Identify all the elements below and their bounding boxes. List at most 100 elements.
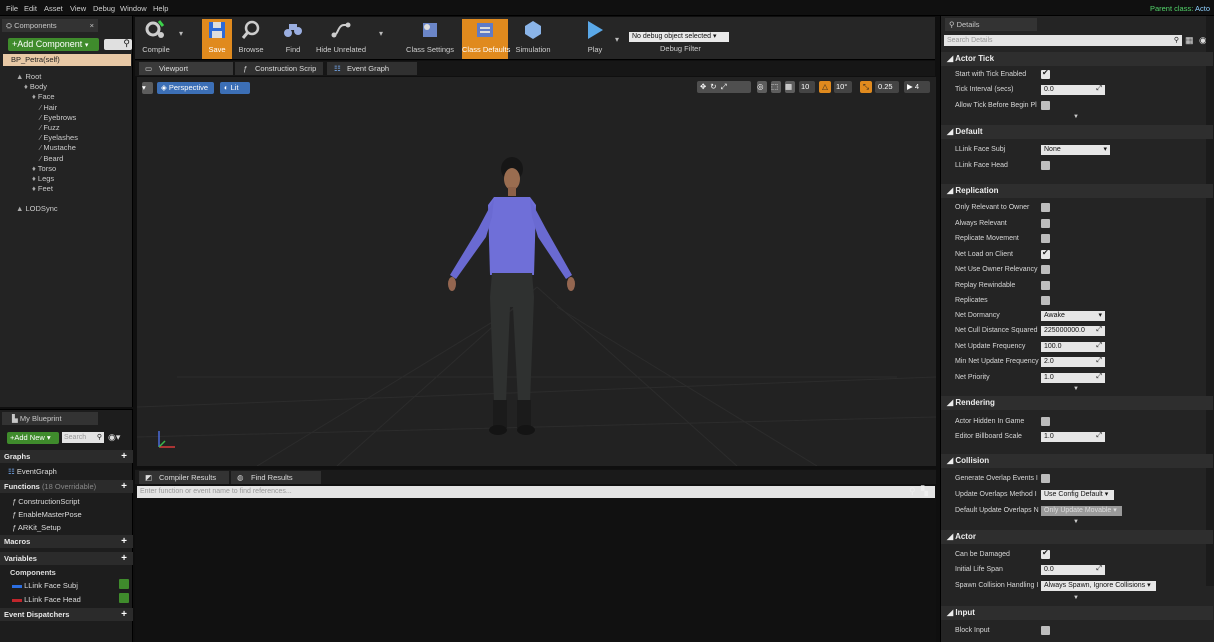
find-in-blueprints-icon[interactable]: ▚ [921,486,928,497]
chevron-down-icon[interactable]: ▾ [615,35,619,44]
checkbox-net-load[interactable] [1041,248,1050,259]
blueprint-search-input[interactable]: Search ⚲ [62,432,104,443]
section-input[interactable]: ◢ Input [941,606,1213,620]
select-spawn-collision[interactable]: Always Spawn, Ignore Collisions ▾ [1041,581,1156,591]
checkbox-replay-rewindable[interactable] [1041,281,1050,290]
expand-advanced-icon[interactable]: ▼ [1073,114,1083,120]
find-button[interactable]: Find [280,19,306,59]
checkbox-face-head[interactable] [1041,161,1050,170]
select-default-update[interactable]: Only Update Movable ▾ [1041,506,1122,516]
world-local-icon[interactable]: ◎ [757,81,767,93]
tree-item[interactable]: ⁄ Mustache [40,143,76,152]
tab-find-results[interactable]: ◍ Find Results [231,471,321,484]
field-billboard[interactable]: 1.0 ⤢ [1041,432,1105,442]
field-net-priority[interactable]: 1.0 ⤢ [1041,373,1105,383]
tab-compiler-results[interactable]: ◩ Compiler Results [139,471,229,484]
checkbox-always-relevant[interactable] [1041,219,1050,228]
character-model[interactable] [432,157,592,457]
details-tab[interactable]: ⚲ Details [945,18,1037,31]
tree-item[interactable]: ▲ Root [16,72,41,81]
close-icon[interactable]: × [90,19,94,32]
components-search-input[interactable]: ⚲ [104,38,132,50]
perspective-button[interactable]: ◈ Perspective [157,82,214,94]
function-item[interactable]: ƒ EnableMasterPose [12,510,82,519]
class-defaults-button[interactable]: Class Defaults [462,19,510,59]
rotate-icon[interactable]: ↻ [710,82,720,91]
angle-snap-icon[interactable]: △ [819,81,831,93]
section-replication[interactable]: ◢ Replication [941,184,1213,198]
function-item[interactable]: ƒ ARKit_Setup [12,523,61,532]
add-macro-icon[interactable]: + [121,535,127,548]
menu-asset[interactable]: Asset [44,4,63,13]
tree-item[interactable]: ♦ Torso [32,164,56,173]
section-actor-tick[interactable]: ◢ Actor Tick [941,52,1213,66]
checkbox-allow-tick[interactable] [1041,101,1050,110]
add-variable-icon[interactable]: + [121,552,127,565]
find-references-input[interactable]: Enter function or event name to find ref… [137,486,935,498]
tree-item[interactable]: ♦ Legs [32,174,54,183]
class-settings-button[interactable]: Class Settings [405,19,455,59]
expand-advanced-icon[interactable]: ▼ [1073,386,1083,392]
hide-unrelated-button[interactable]: Hide Unrelated [315,19,367,59]
tree-item[interactable]: ⁄ Eyelashes [40,133,78,142]
select-net-dormancy[interactable]: Awake ▾ [1041,311,1105,321]
tree-item[interactable]: ⁄ Beard [40,154,63,163]
menu-debug[interactable]: Debug [93,4,115,13]
tree-item[interactable]: ⁄ Eyebrows [40,113,76,122]
surface-snap-icon[interactable]: ⬚ [771,81,781,93]
menu-window[interactable]: Window [120,4,147,13]
checkbox-net-use-owner[interactable] [1041,265,1050,274]
add-function-icon[interactable]: + [121,480,127,493]
scale-snap-icon[interactable]: ⤡ [860,81,872,93]
functions-section-header[interactable]: Functions (18 Overridable) + [0,480,133,493]
transform-tools[interactable]: ✥↻⤢ [697,81,751,93]
tab-construction-script[interactable]: ƒ Construction Scrip [235,62,323,75]
tab-viewport[interactable]: ▭ Viewport [139,62,233,75]
menu-view[interactable]: View [70,4,86,13]
menu-file[interactable]: File [6,4,18,13]
visibility-toggle-icon[interactable] [119,593,129,603]
field-net-update[interactable]: 100.0 ⤢ [1041,342,1105,352]
grid-snap-value[interactable]: 10 [799,81,815,93]
menu-help[interactable]: Help [153,4,168,13]
blueprint-self-item[interactable]: BP_Petra(self) [3,54,131,66]
checkbox-block-input[interactable] [1041,626,1050,635]
components-subcategory[interactable]: Components [10,568,56,577]
viewport[interactable]: ▾ ◈ Perspective ◐ Lit ✥↻⤢ ◎ ⬚ ▦ 10 △ 10°… [137,77,936,466]
checkbox-gen-overlap[interactable] [1041,474,1050,483]
debug-object-select[interactable]: No debug object selected ▾ [629,32,729,42]
tree-item[interactable]: ♦ Face [32,92,55,101]
grid-snap-icon[interactable]: ▦ [785,81,795,93]
grid-view-icon[interactable]: ▦ [1185,35,1194,46]
compile-button[interactable]: Compile [137,19,175,59]
chevron-down-icon[interactable]: ▾ [179,29,183,38]
angle-snap-value[interactable]: 10° [834,81,852,93]
camera-speed[interactable]: ▶ 4 [904,81,930,93]
field-tick-interval[interactable]: 0.0 ⤢ [1041,85,1105,95]
chevron-down-icon[interactable]: ▾ [379,29,383,38]
add-graph-icon[interactable]: + [121,450,127,463]
variable-item[interactable]: LLink Face Subj [12,581,78,590]
graph-item-eventgraph[interactable]: ☷ EventGraph [8,467,57,476]
tree-item[interactable]: ♦ Body [24,82,47,91]
tab-event-graph[interactable]: ☷ Event Graph [327,62,417,75]
section-rendering[interactable]: ◢ Rendering [941,396,1213,410]
scale-snap-value[interactable]: 0.25 [875,81,899,93]
function-item[interactable]: ƒ ConstructionScript [12,497,80,506]
tree-item[interactable]: ▲ LODSync [16,204,58,213]
checkbox-start-tick[interactable] [1041,68,1050,79]
select-face-subj[interactable]: None ▾ [1041,145,1110,155]
translate-icon[interactable]: ✥ [700,82,710,91]
components-tab[interactable]: ⛭ Components × [2,19,98,32]
checkbox-only-relevant[interactable] [1041,203,1050,212]
checkbox-can-damage[interactable] [1041,548,1050,559]
macros-section-header[interactable]: Macros + [0,535,133,548]
select-update-overlap[interactable]: Use Config Default ▾ [1041,490,1114,500]
graphs-section-header[interactable]: Graphs + [0,450,133,463]
add-component-button[interactable]: +Add Component ▾ [8,38,99,51]
checkbox-hidden[interactable] [1041,417,1050,426]
section-collision[interactable]: ◢ Collision [941,454,1213,468]
visibility-eye-icon[interactable]: ◉▾ [108,432,120,443]
section-actor[interactable]: ◢ Actor [941,530,1213,544]
lit-button[interactable]: ◐ Lit [220,82,250,94]
